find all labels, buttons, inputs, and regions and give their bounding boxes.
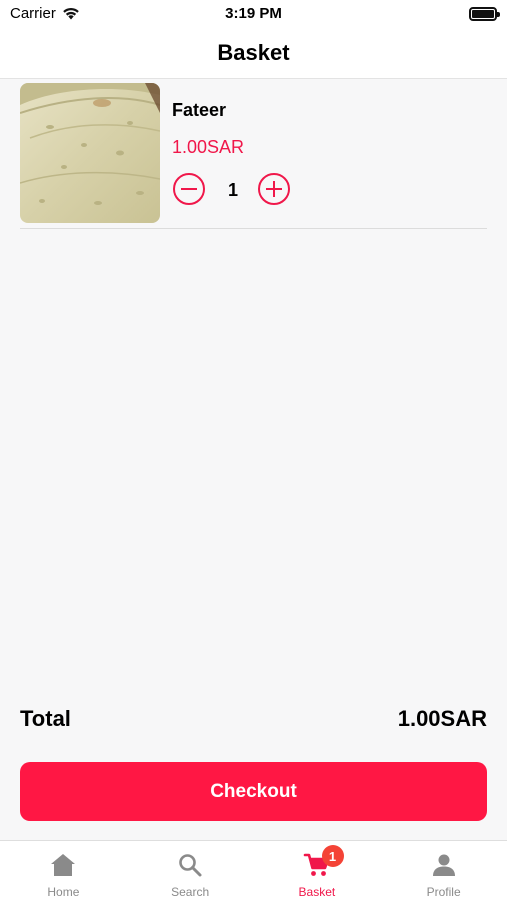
status-time: 3:19 PM <box>225 5 282 22</box>
home-icon <box>51 854 76 876</box>
page-title: Basket <box>217 40 290 65</box>
item-price: 1.00SAR <box>172 137 245 157</box>
checkout-button[interactable]: Checkout <box>20 762 487 821</box>
tab-label: Home <box>47 885 80 899</box>
tab-bar: Home Search 1 Basket Profile <box>0 840 507 900</box>
item-quantity: 1 <box>227 180 238 200</box>
tab-label: Basket <box>298 885 336 899</box>
person-icon <box>432 854 455 876</box>
tab-label: Search <box>171 885 210 899</box>
tab-basket[interactable]: 1 Basket <box>254 841 381 900</box>
total-label: Total <box>20 706 71 731</box>
increase-quantity-button[interactable] <box>258 173 290 205</box>
item-name: Fateer <box>172 100 227 120</box>
navigation-bar: Basket <box>0 28 507 79</box>
product-image <box>20 83 160 223</box>
battery-icon <box>469 7 500 21</box>
total-value: 1.00SAR <box>397 706 487 731</box>
basket-item: Fateer 1.00SAR 1 <box>20 83 487 229</box>
tab-home[interactable]: Home <box>0 841 127 900</box>
tab-profile[interactable]: Profile <box>380 841 507 900</box>
tab-search[interactable]: Search <box>127 841 254 900</box>
cart-count-badge: 1 <box>321 845 344 867</box>
decrease-quantity-button[interactable] <box>173 173 205 205</box>
tab-label: Profile <box>426 885 461 899</box>
search-icon <box>179 854 202 877</box>
basket-screen: Carrier 3:19 PM Basket Fateer 1.00SAR 1 … <box>0 0 507 900</box>
status-bar: Carrier 3:19 PM <box>0 0 507 28</box>
